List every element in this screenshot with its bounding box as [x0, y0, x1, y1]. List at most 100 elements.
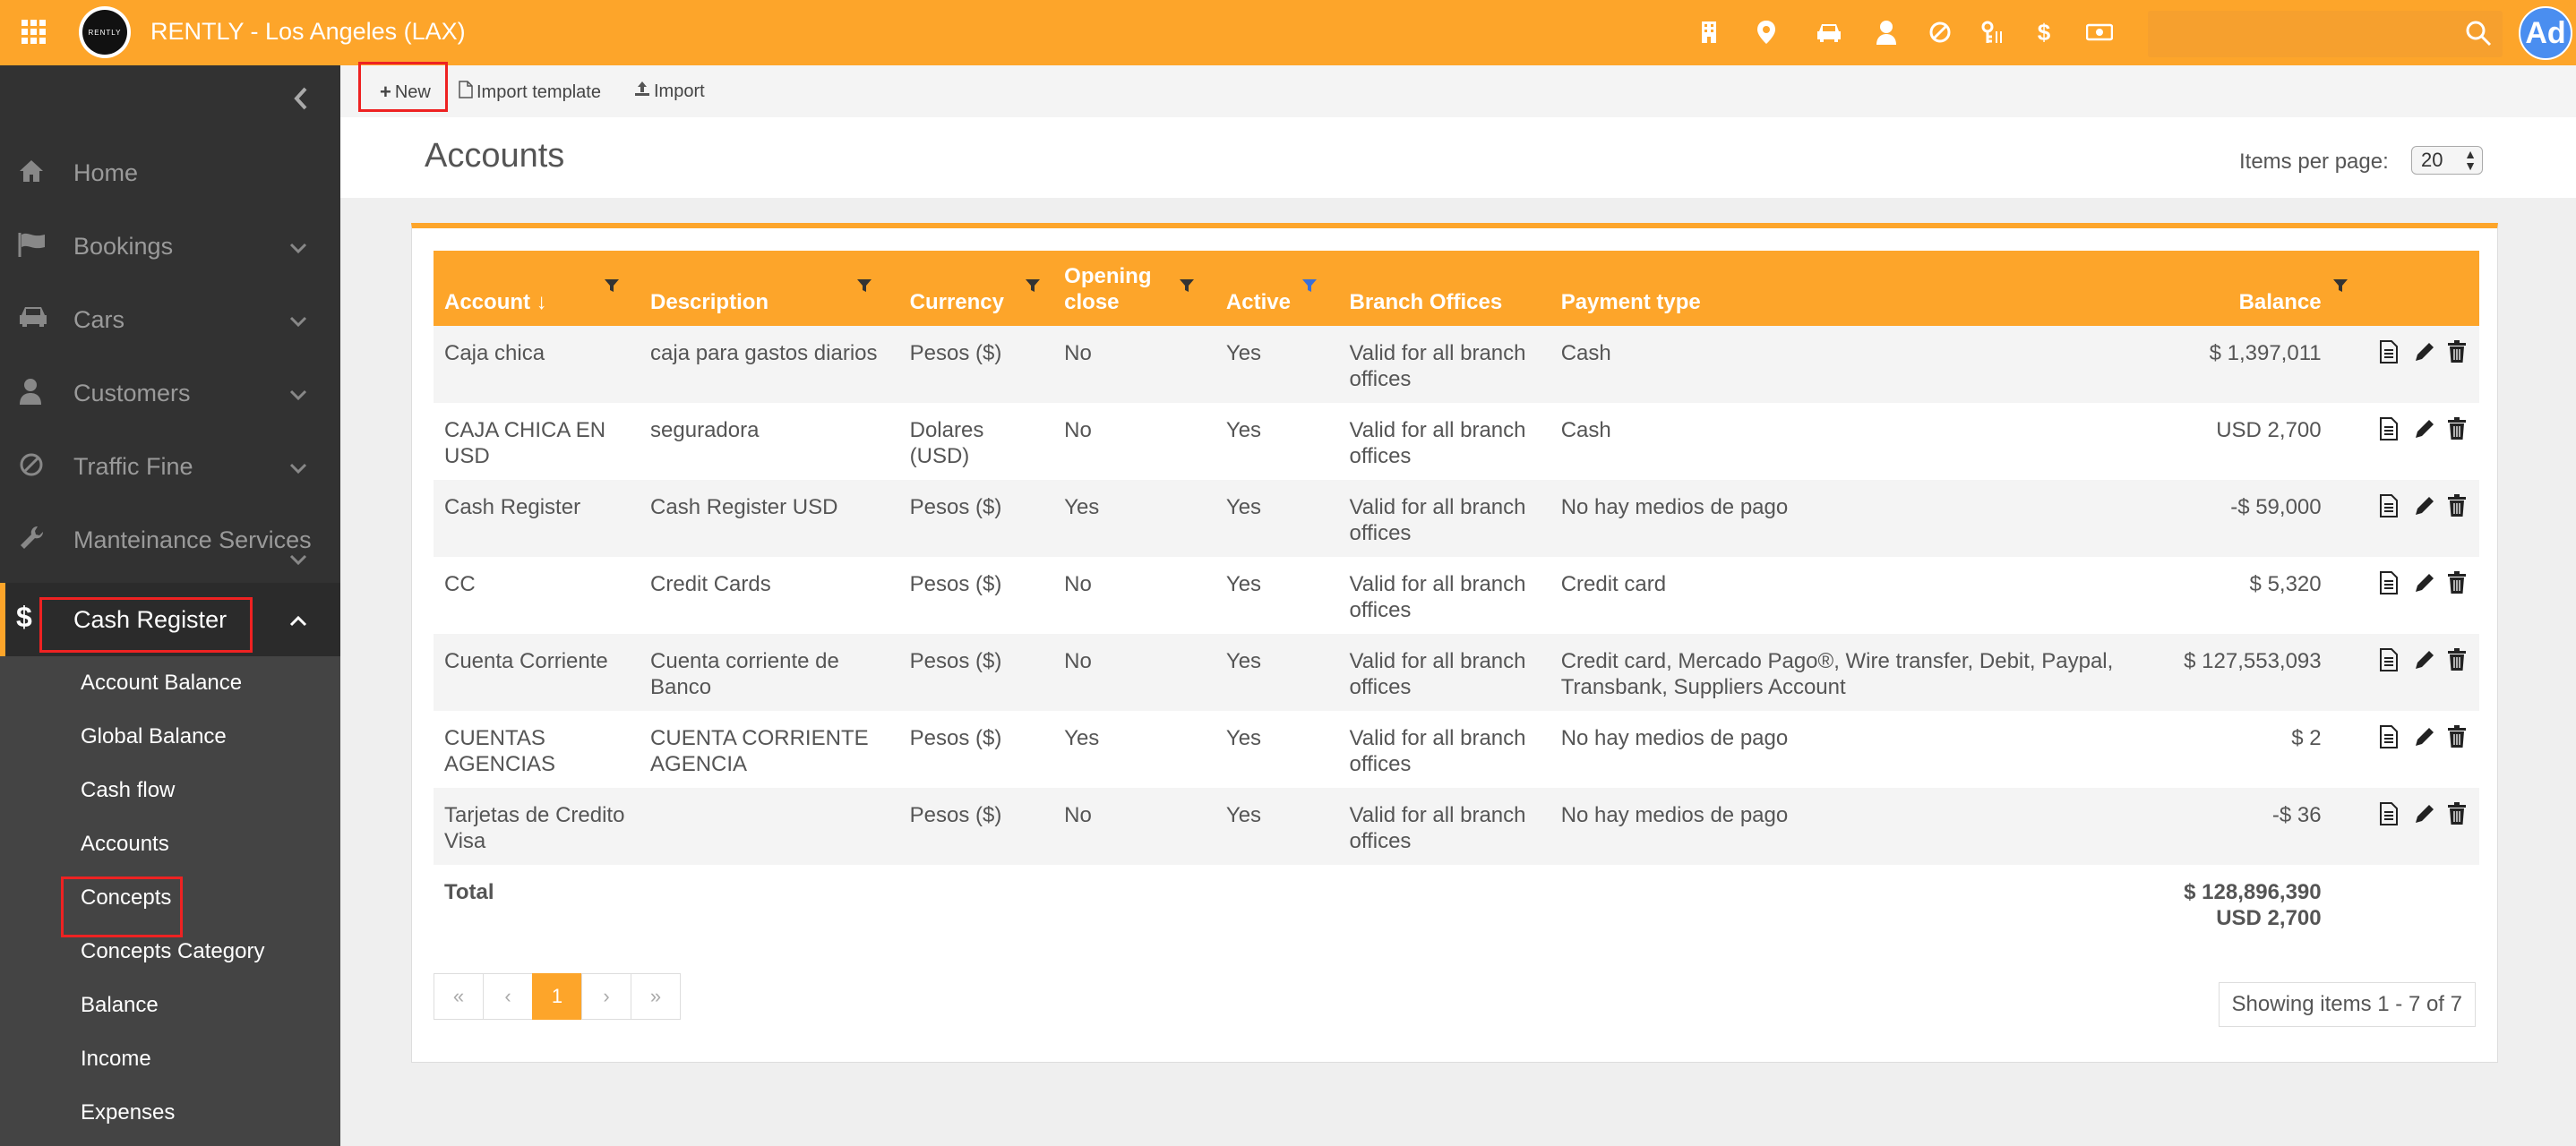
cell-description: Cuenta corriente de Banco — [650, 649, 839, 699]
app-logo[interactable]: RENTLY — [79, 6, 131, 58]
cell-account: Tarjetas de Credito Visa — [444, 803, 625, 853]
edit-pencil-icon[interactable] — [2413, 340, 2434, 363]
pager-last[interactable]: » — [631, 973, 681, 1020]
cell-account: CC — [444, 572, 476, 596]
sidebar-item-customers[interactable]: Customers — [0, 356, 340, 430]
edit-pencil-icon[interactable] — [2413, 802, 2434, 825]
edit-pencil-icon[interactable] — [2413, 725, 2434, 748]
col-active[interactable]: Active — [1215, 251, 1339, 326]
chevron-up-icon — [287, 610, 310, 633]
total-pesos: $ 128,896,390 — [2184, 880, 2322, 904]
filter-icon[interactable] — [2332, 278, 2348, 294]
edit-pencil-icon[interactable] — [2413, 494, 2434, 517]
filter-icon[interactable] — [1179, 278, 1195, 294]
key-icon[interactable] — [1978, 16, 2010, 48]
sidebar-item-cars[interactable]: Cars — [0, 283, 340, 356]
filter-icon[interactable] — [856, 278, 872, 294]
cell-description — [640, 788, 899, 865]
sidebar-item-label: Bookings — [73, 233, 174, 260]
submenu-income[interactable]: Income — [81, 1047, 151, 1072]
home-icon — [18, 158, 48, 188]
col-currency[interactable]: Currency — [899, 251, 1054, 326]
items-per-page-select[interactable]: 20 ▲ ▼ — [2411, 146, 2483, 175]
table-row[interactable]: CUENTAS AGENCIAS CUENTA CORRIENTE AGENCI… — [434, 711, 2479, 788]
table-row[interactable]: CAJA CHICA EN USD seguradora Dolares (US… — [434, 403, 2479, 480]
submenu-balance[interactable]: Balance — [81, 993, 159, 1018]
submenu-accounts[interactable]: Accounts — [81, 832, 169, 857]
submenu-account-balance[interactable]: Account Balance — [81, 671, 242, 696]
sidebar-item-bookings[interactable]: Bookings — [0, 210, 340, 283]
person-icon[interactable] — [1870, 16, 1902, 48]
col-opening-close[interactable]: Opening close — [1053, 251, 1215, 326]
money-icon[interactable] — [2083, 16, 2116, 48]
view-document-icon[interactable] — [2379, 571, 2400, 594]
col-account[interactable]: Account ↓ — [434, 251, 640, 326]
view-document-icon[interactable] — [2379, 725, 2400, 748]
submenu-cash-flow[interactable]: Cash flow — [81, 778, 175, 803]
accounts-card: Account ↓ Description Currency Opening c… — [411, 223, 2498, 1063]
user-avatar[interactable]: Ad — [2519, 6, 2572, 60]
table-row[interactable]: CC Credit Cards Pesos ($) No Yes Valid f… — [434, 557, 2479, 634]
table-row[interactable]: Cash Register Cash Register USD Pesos ($… — [434, 480, 2479, 557]
view-document-icon[interactable] — [2379, 340, 2400, 363]
delete-trash-icon[interactable] — [2447, 571, 2469, 594]
view-document-icon[interactable] — [2379, 494, 2400, 517]
col-description[interactable]: Description — [640, 251, 899, 326]
col-balance-label: Balance — [2238, 290, 2322, 314]
building-icon[interactable] — [1693, 16, 1725, 48]
cell-balance: $ 2 — [2291, 726, 2322, 750]
dollar-icon[interactable]: $ — [2028, 16, 2060, 48]
accounts-table: Account ↓ Description Currency Opening c… — [434, 251, 2479, 942]
cell-balance: -$ 59,000 — [2230, 495, 2322, 519]
row-actions — [2343, 571, 2469, 594]
table-row[interactable]: Caja chica caja para gastos diarios Peso… — [434, 326, 2479, 403]
ban-icon[interactable] — [1924, 16, 1956, 48]
import-template-button[interactable]: Import template — [459, 81, 601, 104]
view-document-icon[interactable] — [2379, 802, 2400, 825]
delete-trash-icon[interactable] — [2447, 802, 2469, 825]
cell-payment: No hay medios de pago — [1560, 495, 1789, 519]
global-search-input[interactable] — [2148, 11, 2503, 57]
map-pin-icon[interactable] — [1750, 16, 1782, 48]
submenu-concepts-category[interactable]: Concepts Category — [81, 939, 264, 964]
delete-trash-icon[interactable] — [2447, 648, 2469, 671]
view-document-icon[interactable] — [2379, 648, 2400, 671]
pager-next[interactable]: › — [581, 973, 631, 1020]
filter-icon[interactable] — [604, 278, 620, 294]
cell-currency: Dolares (USD) — [909, 418, 984, 468]
delete-trash-icon[interactable] — [2447, 417, 2469, 440]
table-row[interactable]: Cuenta Corriente Cuenta corriente de Ban… — [434, 634, 2479, 711]
import-button[interactable]: Import — [634, 81, 705, 102]
search-icon[interactable] — [2465, 20, 2492, 47]
col-balance[interactable]: Balance — [2158, 251, 2332, 326]
flag-icon — [18, 231, 48, 261]
filter-icon[interactable] — [1025, 278, 1041, 294]
pager-first[interactable]: « — [434, 973, 484, 1020]
cell-actions — [2332, 788, 2479, 865]
filter-active-icon[interactable] — [1301, 278, 1318, 294]
sidebar-item-traffic-fine[interactable]: Traffic Fine — [0, 430, 340, 503]
collapse-sidebar-icon[interactable] — [288, 85, 315, 112]
cell-payment: Credit card — [1560, 572, 1667, 596]
select-arrows-icon: ▲ ▼ — [2464, 147, 2477, 173]
submenu-global-balance[interactable]: Global Balance — [81, 724, 227, 749]
delete-trash-icon[interactable] — [2447, 725, 2469, 748]
cell-account: Caja chica — [444, 341, 545, 365]
apps-grid-icon[interactable] — [20, 18, 48, 47]
sidebar-item-home[interactable]: Home — [0, 136, 340, 210]
cell-description: CUENTA CORRIENTE AGENCIA — [650, 726, 869, 776]
view-document-icon[interactable] — [2379, 417, 2400, 440]
edit-pencil-icon[interactable] — [2413, 417, 2434, 440]
submenu-expenses[interactable]: Expenses — [81, 1100, 175, 1125]
delete-trash-icon[interactable] — [2447, 494, 2469, 517]
table-row[interactable]: Tarjetas de Credito Visa Pesos ($) No Ye… — [434, 788, 2479, 865]
delete-trash-icon[interactable] — [2447, 340, 2469, 363]
sidebar-item-maintenance[interactable]: Manteinance Services — [0, 503, 340, 577]
pagination: « ‹ 1 › » — [434, 973, 681, 1020]
edit-pencil-icon[interactable] — [2413, 571, 2434, 594]
pager-prev[interactable]: ‹ — [483, 973, 533, 1020]
items-per-page-label: Items per page: — [2239, 150, 2389, 174]
pager-current-page[interactable]: 1 — [532, 973, 582, 1020]
edit-pencil-icon[interactable] — [2413, 648, 2434, 671]
car-icon[interactable] — [1813, 16, 1845, 48]
